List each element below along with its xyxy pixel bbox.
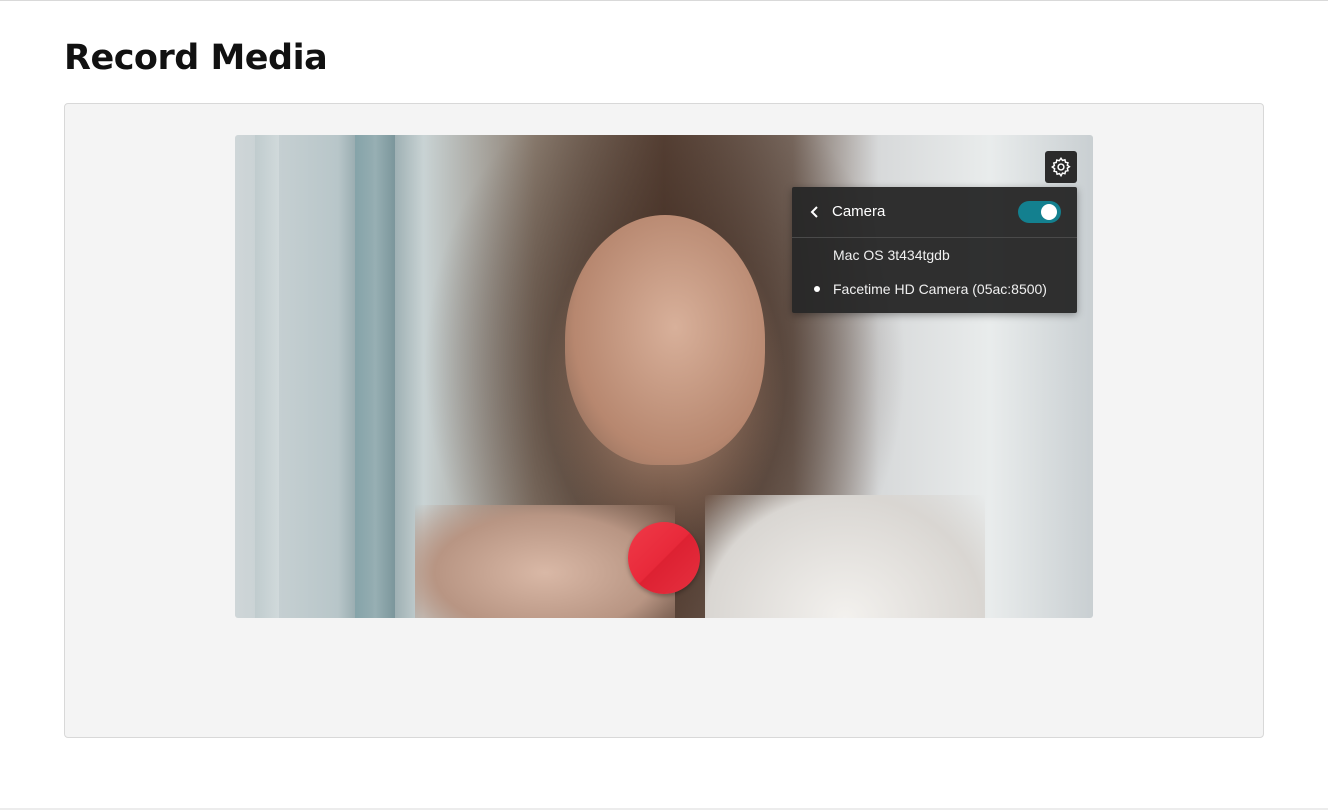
recorder-panel: Camera Mac OS 3t434tgdb Facetime HD Came… [64, 103, 1264, 738]
chevron-left-icon [810, 206, 818, 218]
camera-menu-title: Camera [832, 203, 886, 220]
gear-icon [1051, 157, 1071, 178]
record-button[interactable] [628, 522, 700, 594]
preview-subject-sweater [705, 495, 985, 618]
camera-preview: Camera Mac OS 3t434tgdb Facetime HD Came… [235, 135, 1093, 618]
selected-dot-icon [814, 286, 820, 292]
back-button[interactable] [806, 203, 824, 221]
preview-subject-face [565, 215, 765, 465]
camera-option-label: Mac OS 3t434tgdb [833, 247, 950, 263]
settings-button[interactable] [1045, 151, 1077, 183]
camera-toggle[interactable] [1018, 201, 1061, 223]
camera-menu-header: Camera [792, 187, 1077, 238]
preview-background-window-frame [355, 135, 395, 618]
toggle-knob [1041, 204, 1057, 220]
camera-menu: Camera Mac OS 3t434tgdb Facetime HD Came… [792, 187, 1077, 313]
page-title: Record Media [64, 38, 328, 78]
top-divider [0, 0, 1328, 1]
camera-option-mac-os[interactable]: Mac OS 3t434tgdb [792, 239, 1077, 271]
camera-option-label: Facetime HD Camera (05ac:8500) [833, 281, 1047, 297]
preview-background-window-left [255, 135, 279, 618]
camera-option-facetime[interactable]: Facetime HD Camera (05ac:8500) [792, 273, 1077, 305]
